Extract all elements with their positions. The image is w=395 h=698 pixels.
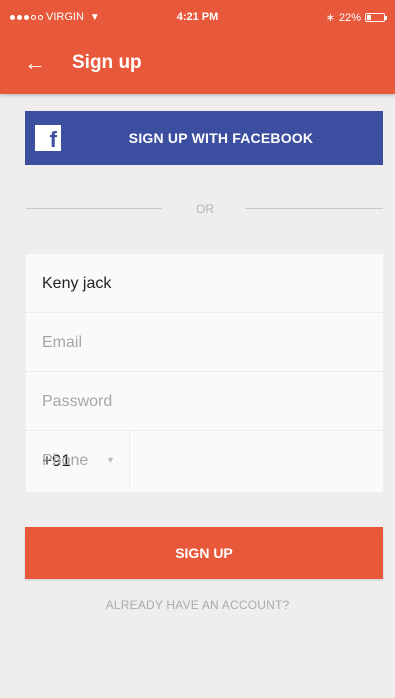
status-bar: VIRGIN ▼ 4:21 PM ∗ 22% (0, 0, 395, 34)
password-input[interactable] (42, 372, 362, 431)
facebook-icon: f (35, 125, 61, 151)
phone-input[interactable] (42, 431, 362, 490)
phone-field-row: +91 ▼ (26, 431, 383, 492)
facebook-signup-button[interactable]: f SIGN UP WITH FACEBOOK (25, 111, 383, 165)
email-input[interactable] (42, 313, 362, 372)
signup-button[interactable]: SIGN UP (25, 527, 383, 579)
bluetooth-icon: ∗ (325, 12, 335, 24)
battery-tip (385, 16, 387, 20)
battery-group: ∗ 22% (325, 11, 387, 24)
page-title: Sign up (72, 52, 142, 73)
name-input[interactable] (42, 254, 362, 313)
or-separator: OR (196, 202, 214, 216)
arrow-left-icon[interactable]: ← (24, 49, 46, 77)
email-field-row (26, 313, 383, 372)
divider-left (26, 208, 162, 209)
battery-percent: 22% (338, 11, 361, 24)
battery-icon (365, 13, 387, 22)
app-bar: ← Sign up (0, 34, 395, 94)
facebook-signup-label: SIGN UP WITH FACEBOOK (128, 130, 314, 146)
password-field-row (26, 372, 383, 431)
battery-fill (367, 15, 371, 20)
name-field-row (26, 254, 383, 313)
divider-right (245, 208, 383, 209)
login-link[interactable]: ALREADY HAVE AN ACCOUNT? (0, 598, 395, 612)
signup-form: +91 ▼ (26, 254, 383, 492)
